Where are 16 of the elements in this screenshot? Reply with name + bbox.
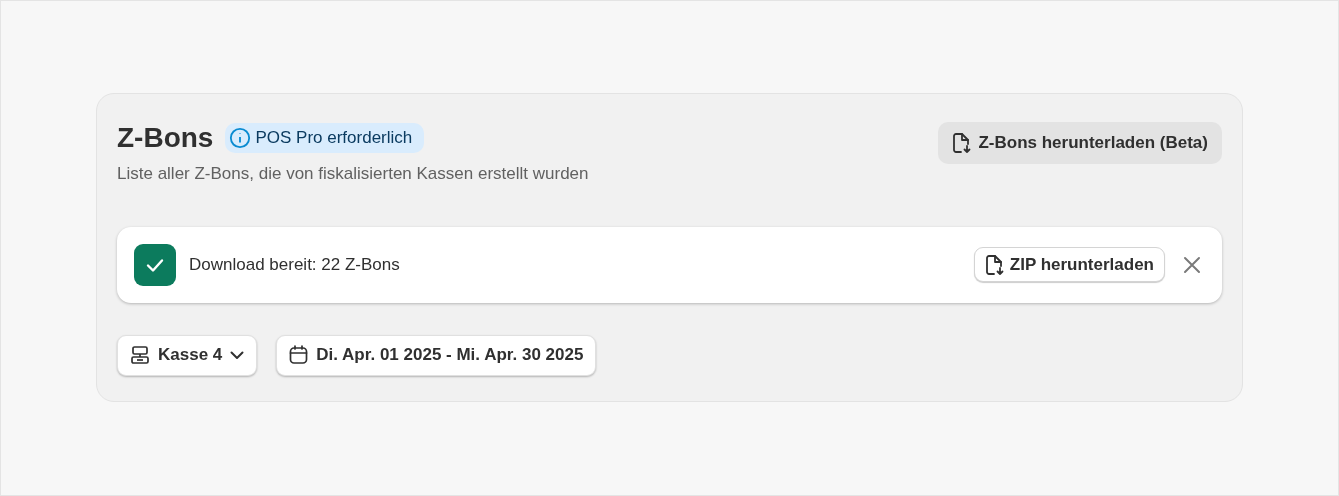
calendar-icon	[289, 345, 309, 365]
register-icon	[130, 345, 150, 365]
date-range-picker[interactable]: Di. Apr. 01 2025 - Mi. Apr. 30 2025	[276, 334, 597, 376]
page-title: Z-Bons	[117, 121, 214, 155]
banner-message: Download bereit: 22 Z-Bons	[189, 253, 401, 276]
chevron-down-icon	[230, 350, 245, 360]
file-download-icon	[984, 253, 1005, 276]
close-icon[interactable]	[1183, 255, 1201, 274]
plan-badge: POS Pro erforderlich	[225, 123, 425, 153]
register-select[interactable]: Kasse 4	[117, 334, 258, 376]
page-subtitle: Liste aller Z-Bons, die von fiskalisierten Kassen erstellt wurden	[117, 163, 589, 185]
info-icon	[229, 127, 252, 149]
file-download-icon	[952, 132, 973, 154]
success-check-icon	[134, 243, 176, 286]
download-button[interactable]: Z-Bons herunterladen (Beta)	[938, 122, 1222, 164]
zip-download-button[interactable]: ZIP herunterladen	[973, 247, 1165, 282]
